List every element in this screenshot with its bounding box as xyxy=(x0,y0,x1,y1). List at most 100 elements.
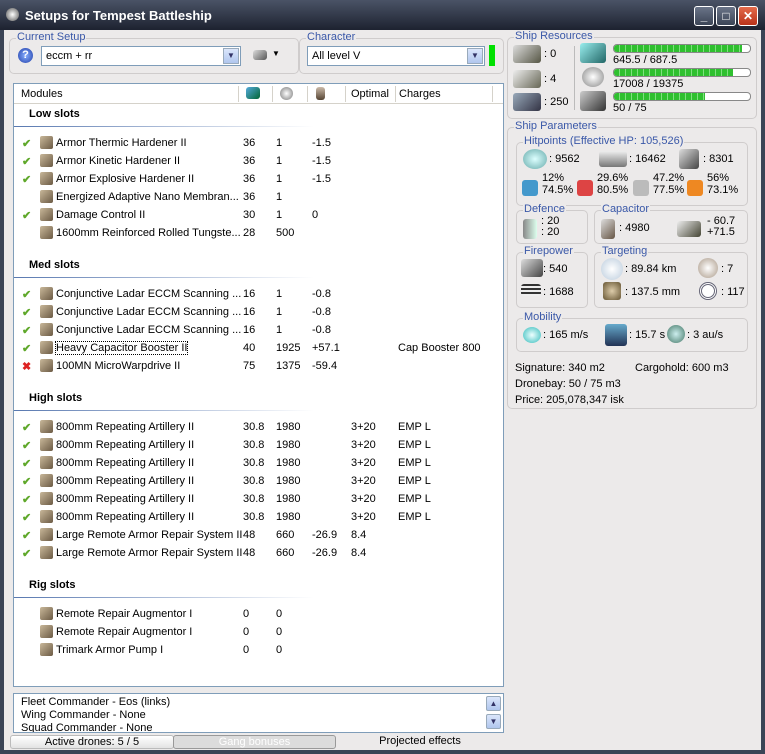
launcher-hardpoint-icon xyxy=(513,70,541,88)
align-time-value: : 15.7 s xyxy=(629,329,666,341)
tab-gang-bonuses[interactable]: Gang bonuses xyxy=(173,735,336,749)
active-check-icon[interactable]: ✔ xyxy=(22,155,31,168)
squad-commander-line[interactable]: Squad Commander - None xyxy=(21,722,496,732)
module-pg: 1375 xyxy=(276,360,301,372)
column-optimal[interactable]: Optimal xyxy=(351,88,389,100)
character-value: All level V xyxy=(312,50,361,62)
module-row[interactable]: ✔ Conjunctive Ladar ECCM Scanning ... 16 1 -… xyxy=(14,303,503,321)
module-row[interactable]: Remote Repair Augmentor I 0 0 xyxy=(14,623,503,641)
window-title: Setups for Tempest Battleship xyxy=(25,8,212,23)
active-check-icon[interactable]: ✔ xyxy=(22,306,31,319)
active-check-icon[interactable]: ✔ xyxy=(22,421,31,434)
module-icon xyxy=(40,510,53,523)
close-button[interactable]: ✕ xyxy=(738,6,758,26)
module-row[interactable]: ✔ Armor Explosive Hardener II 36 1 -1.5 xyxy=(14,170,503,188)
module-row[interactable]: ✖ 100MN MicroWarpdrive II 75 1375 -59.4 xyxy=(14,357,503,375)
active-check-icon[interactable]: ✔ xyxy=(22,439,31,452)
module-row[interactable]: Trimark Armor Pump I 0 0 xyxy=(14,641,503,659)
ship-menu-dropdown-icon[interactable]: ▼ xyxy=(272,49,280,58)
active-check-icon[interactable]: ✔ xyxy=(22,288,31,301)
module-icon xyxy=(40,323,53,336)
active-check-icon[interactable]: ✔ xyxy=(22,529,31,542)
module-row[interactable]: ✔ 800mm Repeating Artillery II 30.8 1980 3+2… xyxy=(14,472,503,490)
module-row[interactable]: ✔ Large Remote Armor Repair System II 48 66… xyxy=(14,544,503,562)
calibration-icon xyxy=(513,93,541,111)
volley-icon xyxy=(521,284,541,296)
active-check-icon[interactable]: ✔ xyxy=(22,324,31,337)
module-row[interactable]: ✔ 800mm Repeating Artillery II 30.8 1980 3+2… xyxy=(14,418,503,436)
module-row[interactable]: ✔ Conjunctive Ladar ECCM Scanning ... 16 1 -… xyxy=(14,321,503,339)
active-check-icon[interactable]: ✔ xyxy=(22,173,31,186)
em-resist-armor: 74.5% xyxy=(542,184,574,196)
maximize-button[interactable]: □ xyxy=(716,6,736,26)
module-row[interactable]: Energized Adaptive Nano Membran... 36 1 xyxy=(14,188,503,206)
module-row[interactable]: ✔ Damage Control II 30 1 0 xyxy=(14,206,503,224)
active-check-icon[interactable]: ✔ xyxy=(22,457,31,470)
ship-menu-icon[interactable] xyxy=(253,50,267,60)
module-icon xyxy=(40,226,53,239)
active-check-icon[interactable]: ✔ xyxy=(22,493,31,506)
module-row[interactable]: ✔ Conjunctive Ladar ECCM Scanning ... 16 1 -… xyxy=(14,285,503,303)
drone-bandwidth-icon xyxy=(580,91,606,111)
powergrid-icon[interactable] xyxy=(280,87,293,100)
cpu-icon[interactable] xyxy=(246,87,260,99)
minimize-button[interactable]: _ xyxy=(694,6,714,26)
column-charges[interactable]: Charges xyxy=(399,88,441,100)
module-cpu: 48 xyxy=(243,529,256,541)
module-icon xyxy=(40,154,53,167)
offline-x-icon[interactable]: ✖ xyxy=(22,360,31,373)
fleet-commander-line[interactable]: Fleet Commander - Eos (links) xyxy=(21,696,496,709)
module-row[interactable]: ✔ 800mm Repeating Artillery II 30.8 1980 3+2… xyxy=(14,490,503,508)
scroll-down-button[interactable]: ▼ xyxy=(486,714,501,729)
cargohold-value: Cargohold: 600 m3 xyxy=(635,362,729,374)
character-status-indicator xyxy=(489,45,495,66)
module-row[interactable]: ✔ Heavy Capacitor Booster II 40 1925 +57.1 Ca… xyxy=(14,339,503,357)
module-row[interactable]: Remote Repair Augmentor I 0 0 xyxy=(14,605,503,623)
character-select[interactable]: All level V ▼ xyxy=(307,46,485,66)
price-value: Price: 205,078,347 isk xyxy=(515,394,624,406)
section-header: High slots xyxy=(14,388,503,418)
module-pg: 1 xyxy=(276,324,283,336)
column-modules[interactable]: Modules xyxy=(21,88,63,100)
module-row[interactable]: 1600mm Reinforced Rolled Tungste... 28 500 xyxy=(14,224,503,242)
module-name: Trimark Armor Pump I xyxy=(56,644,164,656)
chevron-down-icon[interactable]: ▼ xyxy=(223,48,239,64)
armor-hp-value: : 16462 xyxy=(629,153,666,165)
module-row[interactable]: ✔ 800mm Repeating Artillery II 30.8 1980 3+2… xyxy=(14,508,503,526)
module-row[interactable]: ✔ 800mm Repeating Artillery II 30.8 1980 3+2… xyxy=(14,454,503,472)
tab-active-drones[interactable]: Active drones: 5 / 5 xyxy=(10,735,174,749)
warp-speed-icon xyxy=(667,325,685,343)
active-check-icon[interactable]: ✔ xyxy=(22,342,31,355)
gang-list[interactable]: Fleet Commander - Eos (links) Wing Comma… xyxy=(13,693,504,733)
chevron-down-icon[interactable]: ▼ xyxy=(467,48,483,64)
wing-commander-line[interactable]: Wing Commander - None xyxy=(21,709,496,722)
active-check-icon[interactable]: ✔ xyxy=(22,511,31,524)
section-title: Med slots xyxy=(29,259,80,271)
targeting-group: Targeting : 89.84 km : 7 : 137.5 mm : 11… xyxy=(594,245,748,308)
module-cap: -26.9 xyxy=(312,529,338,541)
active-check-icon[interactable]: ✔ xyxy=(22,547,31,560)
module-pg: 1980 xyxy=(276,475,301,487)
module-row[interactable]: ✔ Armor Thermic Hardener II 36 1 -1.5 xyxy=(14,134,503,152)
active-check-icon[interactable]: ✔ xyxy=(22,209,31,222)
modules-list[interactable]: Modules Optimal Charges Low slots ✔ Armor … xyxy=(13,83,504,687)
module-row[interactable]: ✔ 800mm Repeating Artillery II 30.8 1980 3+2… xyxy=(14,436,503,454)
help-icon[interactable]: ? xyxy=(18,48,33,63)
tab-projected-effects[interactable]: Projected effects xyxy=(339,735,501,749)
module-name: Conjunctive Ladar ECCM Scanning ... xyxy=(56,306,242,318)
cap-recharge-icon xyxy=(677,221,701,237)
module-row[interactable]: ✔ Large Remote Armor Repair System II 48 66… xyxy=(14,526,503,544)
module-pg: 1980 xyxy=(276,421,301,433)
volley-value: : 1688 xyxy=(543,286,574,298)
module-row[interactable]: ✔ Armor Kinetic Hardener II 36 1 -1.5 xyxy=(14,152,503,170)
launcher-slots-value: : 4 xyxy=(544,73,557,85)
active-check-icon[interactable]: ✔ xyxy=(22,137,31,150)
active-check-icon[interactable]: ✔ xyxy=(22,475,31,488)
capacitor-icon[interactable] xyxy=(316,87,325,100)
setup-select[interactable]: eccm + rr ▼ xyxy=(41,46,241,66)
module-icon xyxy=(40,643,53,656)
module-cap: 0 xyxy=(312,209,319,221)
kinetic-resist-armor: 77.5% xyxy=(653,184,685,196)
turret-slots-value: : 0 xyxy=(544,48,557,60)
scroll-up-button[interactable]: ▲ xyxy=(486,696,501,711)
